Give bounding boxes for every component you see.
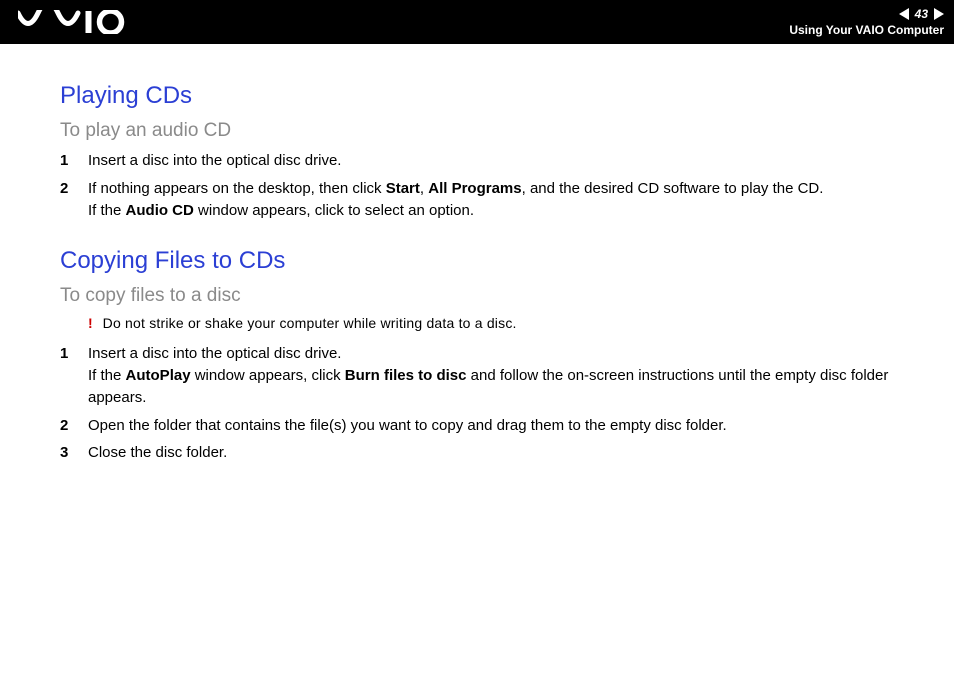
step-number: 2 — [60, 415, 74, 437]
header-section-title: Using Your VAIO Computer — [789, 23, 944, 37]
header-right: 43 Using Your VAIO Computer — [789, 7, 944, 37]
heading-copying-files: Copying Files to CDs — [60, 247, 924, 275]
subheading-copy-files: To copy files to a disc — [60, 285, 924, 307]
vaio-logo — [18, 10, 128, 34]
step-text: Open the folder that contains the file(s… — [88, 415, 924, 437]
next-page-icon[interactable] — [934, 8, 944, 20]
page-number: 43 — [915, 7, 928, 21]
step-text: Close the disc folder. — [88, 442, 924, 464]
heading-playing-cds: Playing CDs — [60, 82, 924, 110]
step-item: 1 Insert a disc into the optical disc dr… — [60, 150, 924, 172]
step-text: Insert a disc into the optical disc driv… — [88, 150, 924, 172]
vaio-logo-icon — [18, 10, 128, 34]
step-number: 1 — [60, 343, 74, 408]
step-number: 1 — [60, 150, 74, 172]
subheading-play-audio-cd: To play an audio CD — [60, 120, 924, 142]
step-item: 2 Open the folder that contains the file… — [60, 415, 924, 437]
pager: 43 — [899, 7, 944, 21]
step-number: 3 — [60, 442, 74, 464]
steps-play-cd: 1 Insert a disc into the optical disc dr… — [60, 150, 924, 221]
warning-note: ! Do not strike or shake your computer w… — [88, 315, 924, 331]
warning-icon: ! — [88, 315, 93, 331]
page-content: Playing CDs To play an audio CD 1 Insert… — [0, 44, 954, 490]
step-item: 1 Insert a disc into the optical disc dr… — [60, 343, 924, 408]
step-item: 2 If nothing appears on the desktop, the… — [60, 178, 924, 222]
step-item: 3 Close the disc folder. — [60, 442, 924, 464]
step-text: Insert a disc into the optical disc driv… — [88, 343, 924, 408]
steps-copy-files: 1 Insert a disc into the optical disc dr… — [60, 343, 924, 464]
step-number: 2 — [60, 178, 74, 222]
header-bar: 43 Using Your VAIO Computer — [0, 0, 954, 44]
warning-text: Do not strike or shake your computer whi… — [103, 315, 517, 331]
prev-page-icon[interactable] — [899, 8, 909, 20]
step-text: If nothing appears on the desktop, then … — [88, 178, 924, 222]
